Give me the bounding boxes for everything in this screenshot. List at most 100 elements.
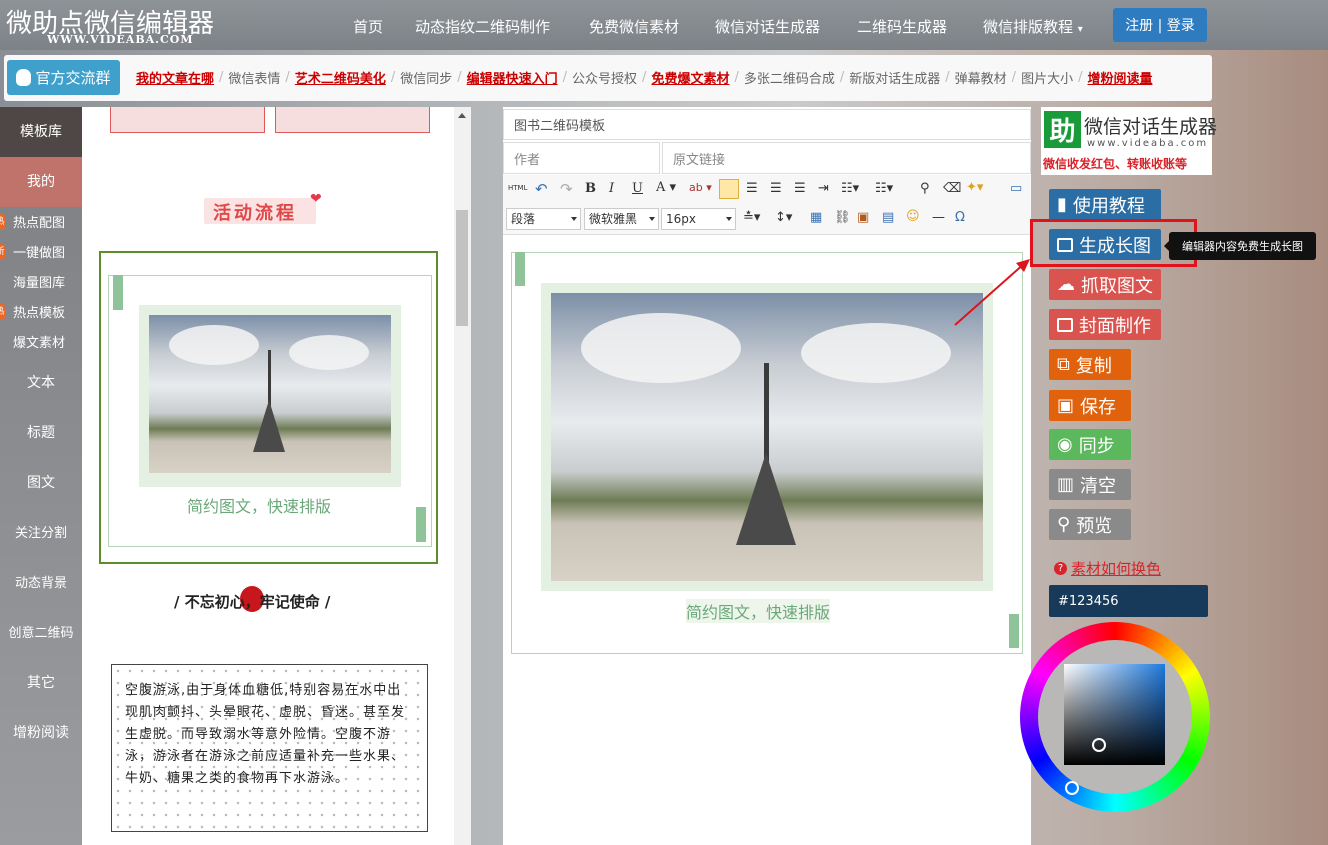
table-icon[interactable]: ▦ [810,210,822,225]
sidebar-item-dynamic-bg[interactable]: 动态背景 [0,572,82,591]
sidebar-item-hot-template[interactable]: 热热点模板 [0,302,82,322]
sidebar-item-label: 一键做图 [13,246,66,261]
color-saturation-square[interactable] [1064,664,1165,765]
clear-button[interactable]: ▥ 清空 [1049,469,1131,500]
sync-button[interactable]: ◉ 同步 [1049,429,1131,460]
preview-label: 预览 [1076,515,1113,537]
activity-title[interactable]: 活动流程 [213,199,297,225]
font-color-icon[interactable]: A ▾ [656,180,676,195]
quick-link[interactable]: 增粉阅读量 [1087,68,1152,87]
bg-color-icon[interactable]: ab ▾ [689,181,712,194]
source-link-input[interactable]: 原文链接 [662,142,1031,174]
eraser-icon[interactable]: ⌫ [943,181,961,196]
redo-icon[interactable]: ↷ [560,180,573,198]
sidebar-item-hot-image[interactable]: 热热点配图 [0,212,82,232]
fullscreen-icon[interactable]: ▭ [1010,181,1022,196]
save-button[interactable]: ▣ 保存 [1049,390,1131,421]
template-card-top-right[interactable] [275,107,430,133]
template-card-top-left[interactable] [110,107,265,133]
video-icon[interactable]: ▤ [882,210,894,225]
horizontal-rule-icon[interactable]: — [932,210,945,225]
quick-link[interactable]: 我的文章在哪 [136,68,214,87]
sidebar-item-template-lib[interactable]: 模板库 [0,107,82,157]
quick-link[interactable]: 多张二维码合成 [744,68,835,87]
line-height-icon[interactable]: ↕▾ [775,210,792,225]
template-card-eiffel[interactable]: 简约图文，快速排版 [99,251,438,564]
quick-link[interactable]: 艺术二维码美化 [295,68,386,87]
font-size-select[interactable]: 16px [661,208,736,230]
register-login-button[interactable]: 注册 | 登录 [1113,8,1207,42]
sidebar-item-other[interactable]: 其它 [0,672,82,692]
paragraph-select[interactable]: 段落 [506,208,581,230]
italic-icon[interactable]: I [609,181,614,196]
content-eiffel-photo[interactable] [551,293,983,581]
quick-link[interactable]: 公众号授权 [572,68,637,87]
underline-icon[interactable]: U [632,181,643,196]
bullet-list-icon[interactable]: ☷▾ [841,181,859,196]
sidebar-item-image-text[interactable]: 图文 [0,472,82,492]
numbered-list-icon[interactable]: ☷▾ [875,181,893,196]
html-source-icon[interactable]: HTML [508,184,527,192]
nav-dynamic-qr[interactable]: 动态指纹二维码制作 [415,16,550,37]
quick-link[interactable]: 图片大小 [1021,68,1073,87]
link-separator: / [285,70,290,85]
quick-link[interactable]: 免费爆文素材 [651,68,729,87]
color-hex-input[interactable]: #123456 [1049,585,1208,617]
link-separator: / [945,70,950,85]
nav-tutorial[interactable]: 微信排版教程 ▾ [983,16,1083,37]
bold-icon[interactable]: B [585,181,596,196]
find-icon[interactable]: ⚲ [920,181,930,196]
fetch-article-button[interactable]: ☁ 抓取图文 [1049,269,1161,300]
magic-format-icon[interactable]: ✦▾ [966,180,983,195]
chat-generator-ad[interactable]: 助 微信对话生成器 www.videaba.com 微信收发红包、转账收账等 [1041,107,1217,175]
preview-button[interactable]: ⚲ 预览 [1049,509,1131,540]
sidebar-item-creative-qr[interactable]: 创意二维码 [0,622,82,641]
picture-icon [1057,317,1073,332]
image-icon[interactable]: ▣ [857,210,869,225]
sidebar-item-grow-fans[interactable]: 增粉阅读 [0,722,82,742]
copy-button[interactable]: ⧉ 复制 [1049,349,1131,380]
official-group-button[interactable]: 官方交流群 [7,60,120,95]
cover-maker-button[interactable]: 封面制作 [1049,309,1161,340]
slogan-text[interactable]: / 不忘初心，牢记使命 / [174,591,330,612]
sidebar-item-one-click[interactable]: 新一键做图 [0,242,82,262]
sidebar-item-heading[interactable]: 标题 [0,422,82,442]
emoji-icon[interactable]: ☺ [906,209,920,224]
sidebar-item-mine[interactable]: 我的 [0,157,82,207]
scroll-thumb[interactable] [456,210,468,326]
saturation-handle[interactable] [1092,738,1106,752]
align-right-icon[interactable]: ☰ [770,181,782,196]
undo-icon[interactable]: ↶ [535,180,548,198]
quick-link[interactable]: 弹幕教材 [955,68,1007,87]
align-center-icon[interactable]: ☰ [746,181,758,196]
nav-home[interactable]: 首页 [353,16,383,37]
quick-link[interactable]: 微信同步 [400,68,452,87]
font-family-select[interactable]: 微软雅黑 [584,208,659,230]
sidebar-item-viral[interactable]: 爆文素材 [0,332,82,352]
quick-link[interactable]: 编辑器快速入门 [467,68,558,87]
color-help-link[interactable]: ? 素材如何换色 [1054,558,1161,579]
sidebar-item-follow-divider[interactable]: 关注分割 [0,522,82,541]
author-input[interactable]: 作者 [503,142,660,174]
quick-link[interactable]: 新版对话生成器 [849,68,940,87]
scroll-up-icon[interactable] [458,113,466,118]
indent-icon[interactable]: ⇥ [818,181,829,196]
hue-handle[interactable] [1065,781,1079,795]
paragraph-spacing-icon[interactable]: ≛▾ [743,210,760,225]
sidebar-item-text[interactable]: 文本 [0,372,82,392]
align-justify-icon[interactable]: ☰ [794,181,806,196]
nav-chat-generator[interactable]: 微信对话生成器 [715,16,820,37]
quick-link[interactable]: 微信表情 [228,68,280,87]
link-icon[interactable]: ⛓ [834,210,851,225]
template-scrollbar[interactable] [454,107,471,845]
sidebar-item-gallery[interactable]: 海量图库 [0,272,82,292]
nav-qr-generator[interactable]: 二维码生成器 [857,16,947,37]
special-char-icon[interactable]: Ω [955,210,965,225]
template-card-paragraph[interactable]: 空腹游泳,由于身体血糖低,特别容易在水中出现肌肉颤抖、头晕眼花、虚脱、昏迷。甚至… [111,664,428,832]
card-caption: 简约图文，快速排版 [187,497,332,516]
tutorial-button[interactable]: ▮ 使用教程 [1049,189,1161,220]
align-left-icon[interactable] [719,179,739,199]
nav-free-material[interactable]: 免费微信素材 [589,16,679,37]
article-title-input[interactable]: 图书二维码模板 [503,109,1031,140]
content-accent-left [515,252,525,286]
